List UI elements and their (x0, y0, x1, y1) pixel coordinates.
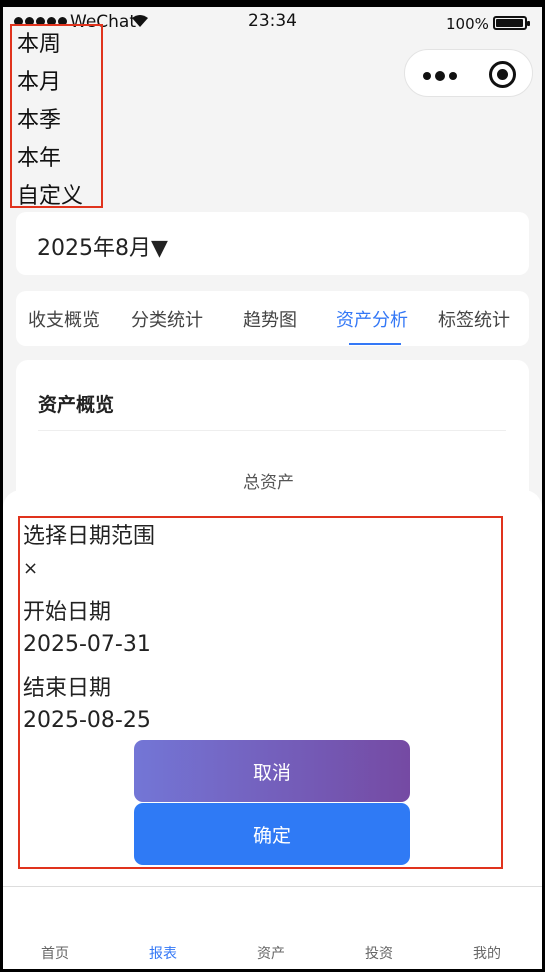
range-option-year[interactable]: 本年 (12, 140, 101, 178)
phone-screen: WeChat 23:34 100% 本周 本月 本季 本年 自定义 2025年8… (3, 7, 542, 969)
battery-icon (493, 16, 530, 30)
report-tabs: 收支概览 分类统计 趋势图 资产分析 标签统计 (16, 291, 529, 346)
close-miniprogram-icon[interactable] (489, 61, 516, 88)
tab-income-overview[interactable]: 收支概览 (28, 306, 100, 332)
wifi-icon (132, 15, 148, 27)
tab-tag-stats[interactable]: 标签统计 (438, 306, 510, 332)
tab-trend[interactable]: 趋势图 (243, 306, 297, 332)
miniprogram-capsule (404, 49, 533, 97)
tabbar-item-home[interactable]: 首页 (41, 943, 69, 963)
end-date-label: 结束日期 (23, 676, 112, 701)
battery-percent: 100% (446, 15, 489, 33)
cancel-button[interactable]: 取消 (134, 740, 410, 802)
bottom-tab-bar: 首页 报表 资产 投资 我的 (3, 886, 542, 969)
date-range-sheet: 选择日期范围 × 开始日期 2025-07-31 结束日期 2025-08-25… (3, 490, 542, 890)
tabbar-item-investments[interactable]: 投资 (365, 943, 393, 963)
range-option-month[interactable]: 本月 (12, 64, 101, 102)
month-label: 2025年8月▼ (37, 236, 168, 261)
tabbar-item-me[interactable]: 我的 (473, 943, 501, 963)
start-date-label: 开始日期 (23, 600, 112, 625)
tabbar-item-assets[interactable]: 资产 (257, 943, 285, 963)
quick-range-list: 本周 本月 本季 本年 自定义 (10, 24, 103, 209)
active-tab-indicator (349, 343, 401, 345)
month-selector[interactable]: 2025年8月▼ (16, 212, 529, 275)
tabbar-item-reports[interactable]: 报表 (149, 943, 177, 963)
confirm-button[interactable]: 确定 (134, 803, 410, 865)
more-icon[interactable] (423, 71, 457, 81)
tab-asset-analysis[interactable]: 资产分析 (336, 306, 408, 332)
date-range-panel: 选择日期范围 × 开始日期 2025-07-31 结束日期 2025-08-25… (18, 516, 503, 869)
status-time: 23:34 (248, 11, 297, 31)
divider (38, 430, 506, 431)
end-date-picker[interactable]: 2025-08-25 (23, 708, 151, 733)
overview-title: 资产概览 (38, 394, 115, 416)
close-icon[interactable]: × (23, 558, 38, 579)
start-date-picker[interactable]: 2025-07-31 (23, 632, 151, 657)
tab-category-stats[interactable]: 分类统计 (131, 306, 203, 332)
sheet-title: 选择日期范围 (23, 524, 156, 549)
range-option-quarter[interactable]: 本季 (12, 102, 101, 140)
range-option-custom[interactable]: 自定义 (12, 178, 101, 216)
range-option-week[interactable]: 本周 (12, 26, 101, 64)
